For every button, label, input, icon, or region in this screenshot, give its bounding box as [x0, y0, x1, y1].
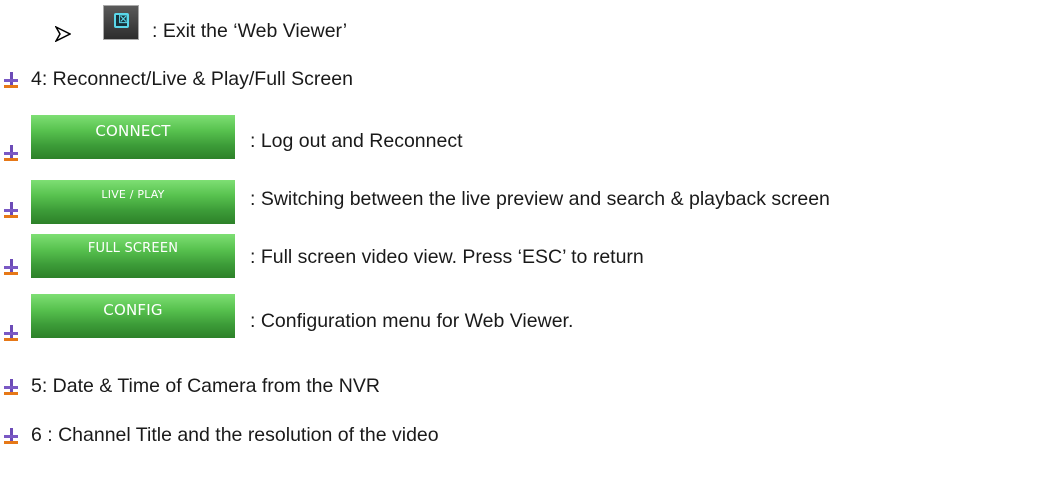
full-screen-description: : Full screen video view. Press ‘ESC’ to…	[250, 246, 644, 268]
pin-bullet-icon	[4, 325, 18, 341]
section-4-heading: 4: Reconnect/Live & Play/Full Screen	[31, 68, 353, 90]
full-screen-button[interactable]: FULL SCREEN	[31, 234, 235, 278]
arrow-bullet-icon	[55, 26, 71, 42]
connect-button[interactable]: CONNECT	[31, 115, 235, 159]
pin-bullet-icon	[4, 379, 18, 395]
live-play-button[interactable]: LIVE / PLAY	[31, 180, 235, 224]
pin-bullet-icon	[4, 145, 18, 161]
live-play-description: : Switching between the live preview and…	[250, 188, 830, 210]
config-button[interactable]: CONFIG	[31, 294, 235, 338]
config-description: : Configuration menu for Web Viewer.	[250, 310, 574, 332]
close-box-icon: ⊠	[114, 12, 129, 28]
connect-description: : Log out and Reconnect	[250, 130, 463, 152]
pin-bullet-icon	[4, 202, 18, 218]
section-5-heading: 5: Date & Time of Camera from the NVR	[31, 375, 380, 397]
pin-bullet-icon	[4, 72, 18, 88]
exit-web-viewer-button[interactable]: ⊠	[103, 5, 139, 40]
pin-bullet-icon	[4, 428, 18, 444]
exit-description: : Exit the ‘Web Viewer’	[152, 20, 348, 42]
section-6-heading: 6 : Channel Title and the resolution of …	[31, 424, 439, 446]
pin-bullet-icon	[4, 259, 18, 275]
